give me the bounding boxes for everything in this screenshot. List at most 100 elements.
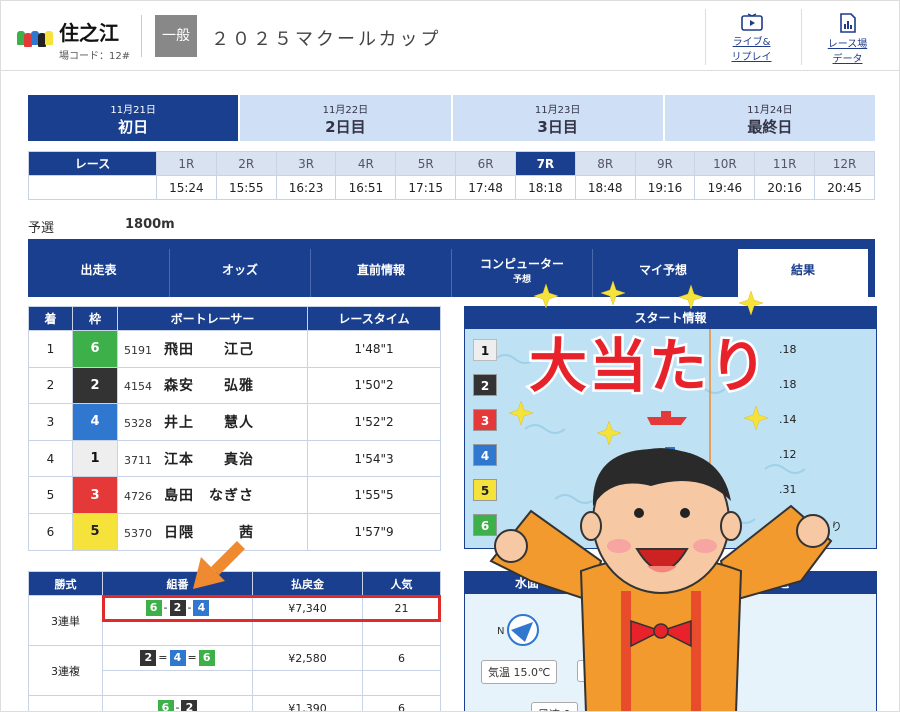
race-button-7r[interactable]: 7R bbox=[514, 151, 576, 176]
day-tab-3[interactable]: 11月23日 3日目 bbox=[452, 95, 663, 141]
day-date: 11月22日 bbox=[322, 105, 369, 116]
race-button-6r[interactable]: 6R bbox=[455, 151, 516, 176]
racer-cell: 4154 森安 弘雅 bbox=[117, 366, 308, 405]
race-time: 1'50"2 bbox=[307, 366, 441, 405]
race-button-9r[interactable]: 9R bbox=[634, 151, 696, 176]
wind-speed-pill: 風速 0 bbox=[531, 702, 578, 711]
racer-name[interactable]: 江本 真治 bbox=[164, 452, 254, 468]
start-timing: .31 bbox=[779, 483, 797, 496]
refund-title: 返還 bbox=[765, 576, 790, 590]
racer-name[interactable]: 日隈 茜 bbox=[164, 525, 254, 541]
combo-boat-chip: 4 bbox=[169, 650, 186, 666]
start-timing: .18 bbox=[779, 378, 797, 391]
compass-icon: N bbox=[497, 614, 539, 646]
result-row: 1 6 5191 飛田 江己 1'48"1 bbox=[28, 330, 441, 368]
finish-place: 6 bbox=[28, 512, 73, 551]
combination: 2 = 4 = 6 bbox=[102, 645, 253, 671]
start-boat-number: 5 bbox=[473, 479, 497, 501]
col-time: レースタイム bbox=[307, 306, 441, 331]
racer-reg-number: 3711 bbox=[124, 453, 152, 467]
day-name: 2日目 bbox=[325, 118, 366, 136]
boat-number: 4 bbox=[72, 403, 118, 441]
racer-name[interactable]: 飛田 江己 bbox=[164, 342, 254, 358]
col-combination: 組番 bbox=[102, 571, 253, 596]
race-button-1r[interactable]: 1R bbox=[156, 151, 217, 176]
tab-computer-forecast[interactable]: コンピューター 予想 bbox=[451, 249, 592, 297]
start-timing: .14 bbox=[779, 413, 797, 426]
tab-label: 結果 bbox=[790, 263, 815, 277]
empty-cell bbox=[252, 670, 363, 696]
venue-name: 住之江 bbox=[59, 21, 119, 45]
race-section: 予選 bbox=[28, 221, 55, 236]
bet-type: 2連単 bbox=[28, 695, 103, 711]
boat-logo-icon bbox=[17, 31, 57, 47]
live-label-2: リプレイ bbox=[731, 52, 772, 63]
chart-icon bbox=[839, 13, 856, 33]
race-button-2r[interactable]: 2R bbox=[215, 151, 277, 176]
col-racer: ボートレーサー bbox=[117, 306, 308, 331]
grade-badge: 一般 bbox=[155, 15, 197, 57]
empty-cell bbox=[102, 620, 253, 646]
combo-boat-chip: 6 bbox=[198, 650, 215, 666]
col-place: 着 bbox=[28, 306, 73, 331]
deadline-time: 18:18 bbox=[514, 175, 576, 200]
racer-name[interactable]: 井上 慧人 bbox=[164, 415, 254, 431]
divider bbox=[141, 15, 142, 57]
payout-row: 3連複 2 = 4 = 6 ¥2,580 6 bbox=[28, 645, 441, 696]
race-name: ２０２５マクールカップ bbox=[211, 29, 442, 50]
deadline-time: 20:16 bbox=[754, 175, 816, 200]
deadline-time: 17:15 bbox=[395, 175, 457, 200]
tab-label: マイ予想 bbox=[638, 263, 687, 277]
race-button-8r[interactable]: 8R bbox=[574, 151, 636, 176]
venue-data-button[interactable]: レース場 データ bbox=[801, 9, 893, 65]
tab-my-forecast[interactable]: マイ予想 bbox=[592, 249, 733, 297]
deadline-label: 締切予定時刻 bbox=[28, 175, 157, 200]
combo-boat-chip: 2 bbox=[140, 650, 157, 666]
race-button-3r[interactable]: 3R bbox=[275, 151, 337, 176]
boat-number: 3 bbox=[72, 476, 118, 514]
data-label-2: データ bbox=[832, 54, 863, 65]
empty-cell bbox=[362, 670, 441, 696]
start-boat-number: 4 bbox=[473, 444, 497, 466]
bet-type: 3連単 bbox=[28, 595, 103, 646]
race-distance: 1800m bbox=[125, 217, 175, 232]
finish-place: 3 bbox=[28, 403, 73, 441]
tab-label: 直前情報 bbox=[356, 263, 405, 277]
day-name: 初日 bbox=[118, 118, 149, 136]
tab-odds[interactable]: オッズ bbox=[169, 249, 310, 297]
weather-pill bbox=[577, 660, 657, 682]
racer-name[interactable]: 森安 弘雅 bbox=[164, 378, 254, 394]
empty-cell bbox=[102, 670, 253, 696]
day-tab-4[interactable]: 11月24日 最終日 bbox=[664, 95, 875, 141]
data-label-1: レース場 bbox=[827, 39, 868, 50]
race-button-12r[interactable]: 12R bbox=[814, 151, 875, 176]
race-button-11r[interactable]: 11R bbox=[754, 151, 816, 176]
live-replay-button[interactable]: ライブ& リプレイ bbox=[705, 9, 797, 65]
race-time: 1'52"2 bbox=[307, 403, 441, 441]
tab-result[interactable]: 結果 bbox=[738, 249, 868, 297]
racer-name[interactable]: 島田 なぎさ bbox=[164, 488, 254, 504]
combo-boat-chip: 2 bbox=[181, 700, 198, 711]
day-name: 最終日 bbox=[747, 118, 793, 136]
tab-pre-info[interactable]: 直前情報 bbox=[310, 249, 451, 297]
day-tabs: 11月21日 初日 11月22日 2日目 11月23日 3日目 11月24日 最終日 bbox=[28, 95, 875, 141]
payout-table: 勝式 組番 払戻金 人気 3連単 6-2-4 ¥7,340 21 3連複 2 = 4 = 6 ¥2,… bbox=[28, 571, 441, 711]
race-time: 1'55"5 bbox=[307, 476, 441, 514]
race-time: 1'48"1 bbox=[307, 330, 441, 368]
race-button-10r[interactable]: 10R bbox=[694, 151, 756, 176]
start-boat-number: 6 bbox=[473, 514, 497, 536]
day-tab-1[interactable]: 11月21日 初日 bbox=[28, 95, 239, 141]
tab-entry[interactable]: 出走表 bbox=[28, 249, 169, 297]
live-label-1: ライブ& bbox=[732, 37, 771, 48]
combination: 6-2 bbox=[102, 695, 253, 711]
race-button-5r[interactable]: 5R bbox=[395, 151, 457, 176]
racer-cell: 5370 日隈 茜 bbox=[117, 512, 308, 551]
bet-type: 3連複 bbox=[28, 645, 103, 696]
popularity: 6 bbox=[362, 695, 441, 711]
payout-amount: ¥1,390 bbox=[252, 695, 363, 711]
start-timing: .0 bbox=[779, 518, 790, 531]
race-button-4r[interactable]: 4R bbox=[335, 151, 397, 176]
day-tab-2[interactable]: 11月22日 2日目 bbox=[240, 95, 451, 141]
tab-label: オッズ bbox=[221, 263, 258, 277]
deadline-time: 19:46 bbox=[694, 175, 756, 200]
